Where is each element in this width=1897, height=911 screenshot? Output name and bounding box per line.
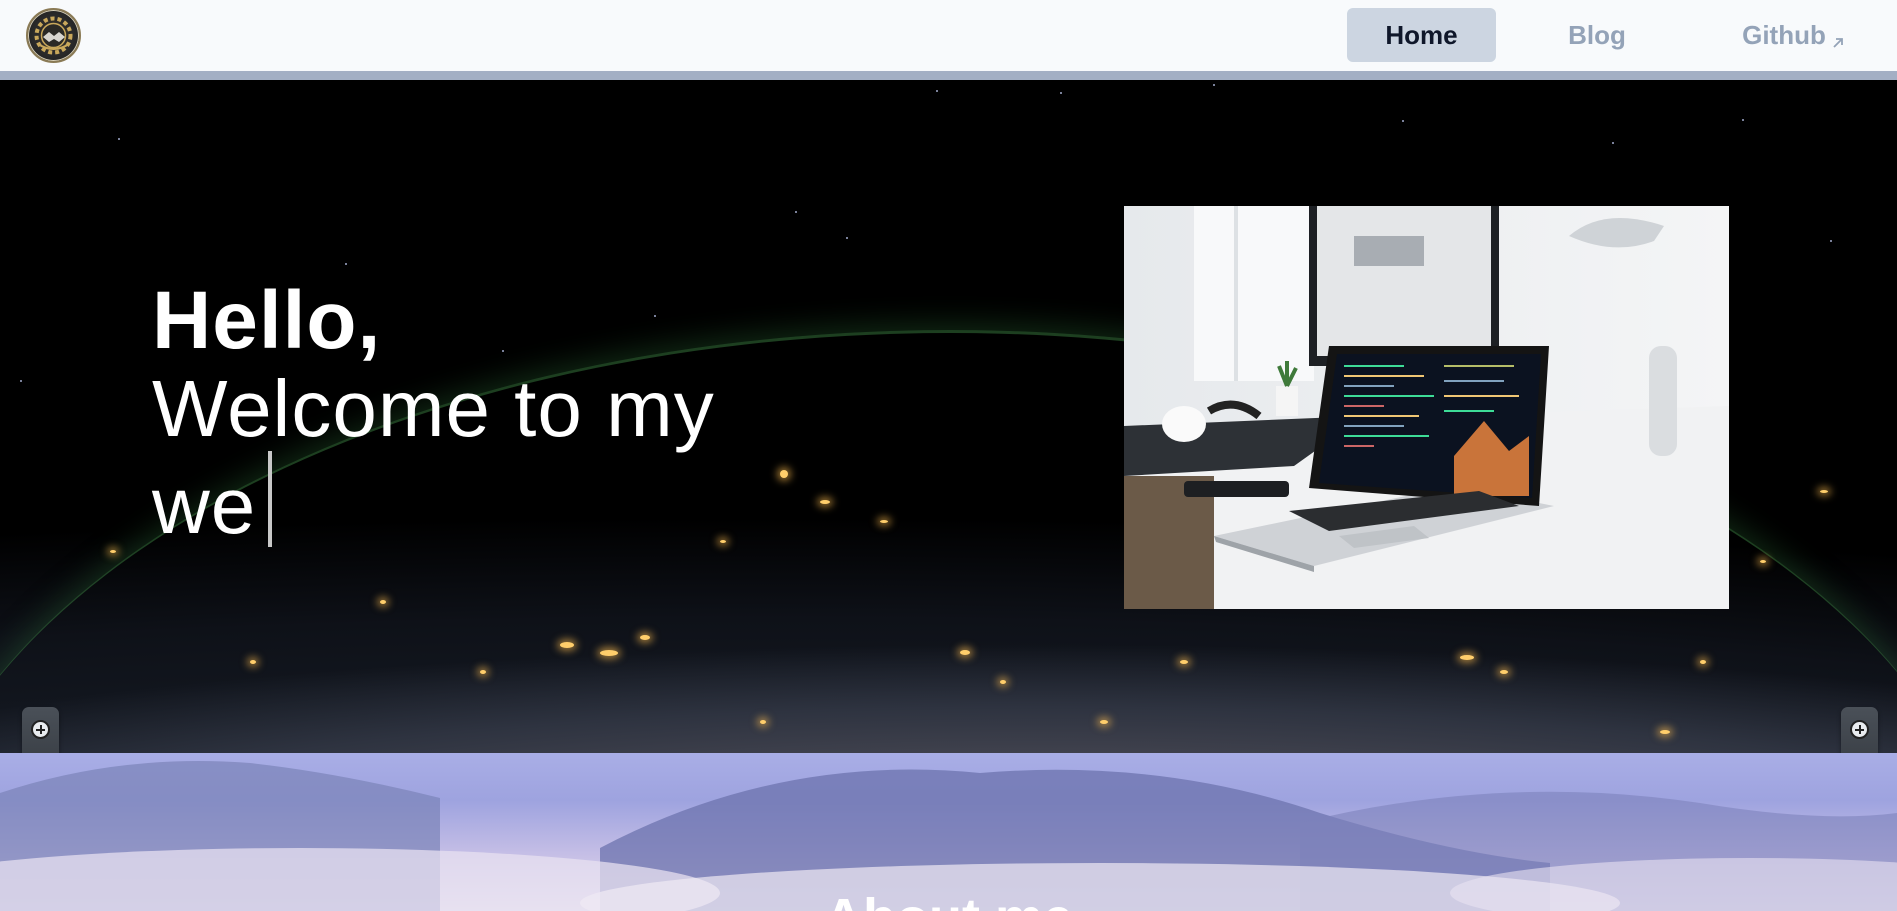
hero-typed-line-2: we	[152, 451, 852, 548]
hero-greeting: Hello,	[152, 275, 382, 366]
typing-caret	[268, 451, 273, 547]
hero-section: Hello, Welcome to my we	[0, 80, 1897, 753]
right-add-top-icon[interactable]	[1850, 720, 1869, 739]
hero-typed-text: we	[152, 461, 257, 550]
about-heading: About me	[0, 887, 1897, 911]
nav-blog-button[interactable]: Blog	[1537, 8, 1657, 62]
nav-home-button[interactable]: Home	[1347, 8, 1496, 62]
about-section: About me	[0, 753, 1897, 911]
site-header: Home Blog Github	[0, 0, 1897, 72]
header-divider	[0, 71, 1897, 80]
external-link-icon	[1830, 27, 1846, 48]
hero-heading: Hello, Welcome to my we	[152, 275, 852, 548]
left-add-top-icon[interactable]	[31, 720, 50, 739]
nav-github-label: Github	[1742, 19, 1826, 50]
nav-github-button[interactable]: Github	[1714, 8, 1874, 62]
hero-laptop-image	[1124, 206, 1729, 609]
hero-typed-line-1: Welcome to my	[152, 364, 715, 453]
logo-icon[interactable]	[26, 8, 81, 63]
